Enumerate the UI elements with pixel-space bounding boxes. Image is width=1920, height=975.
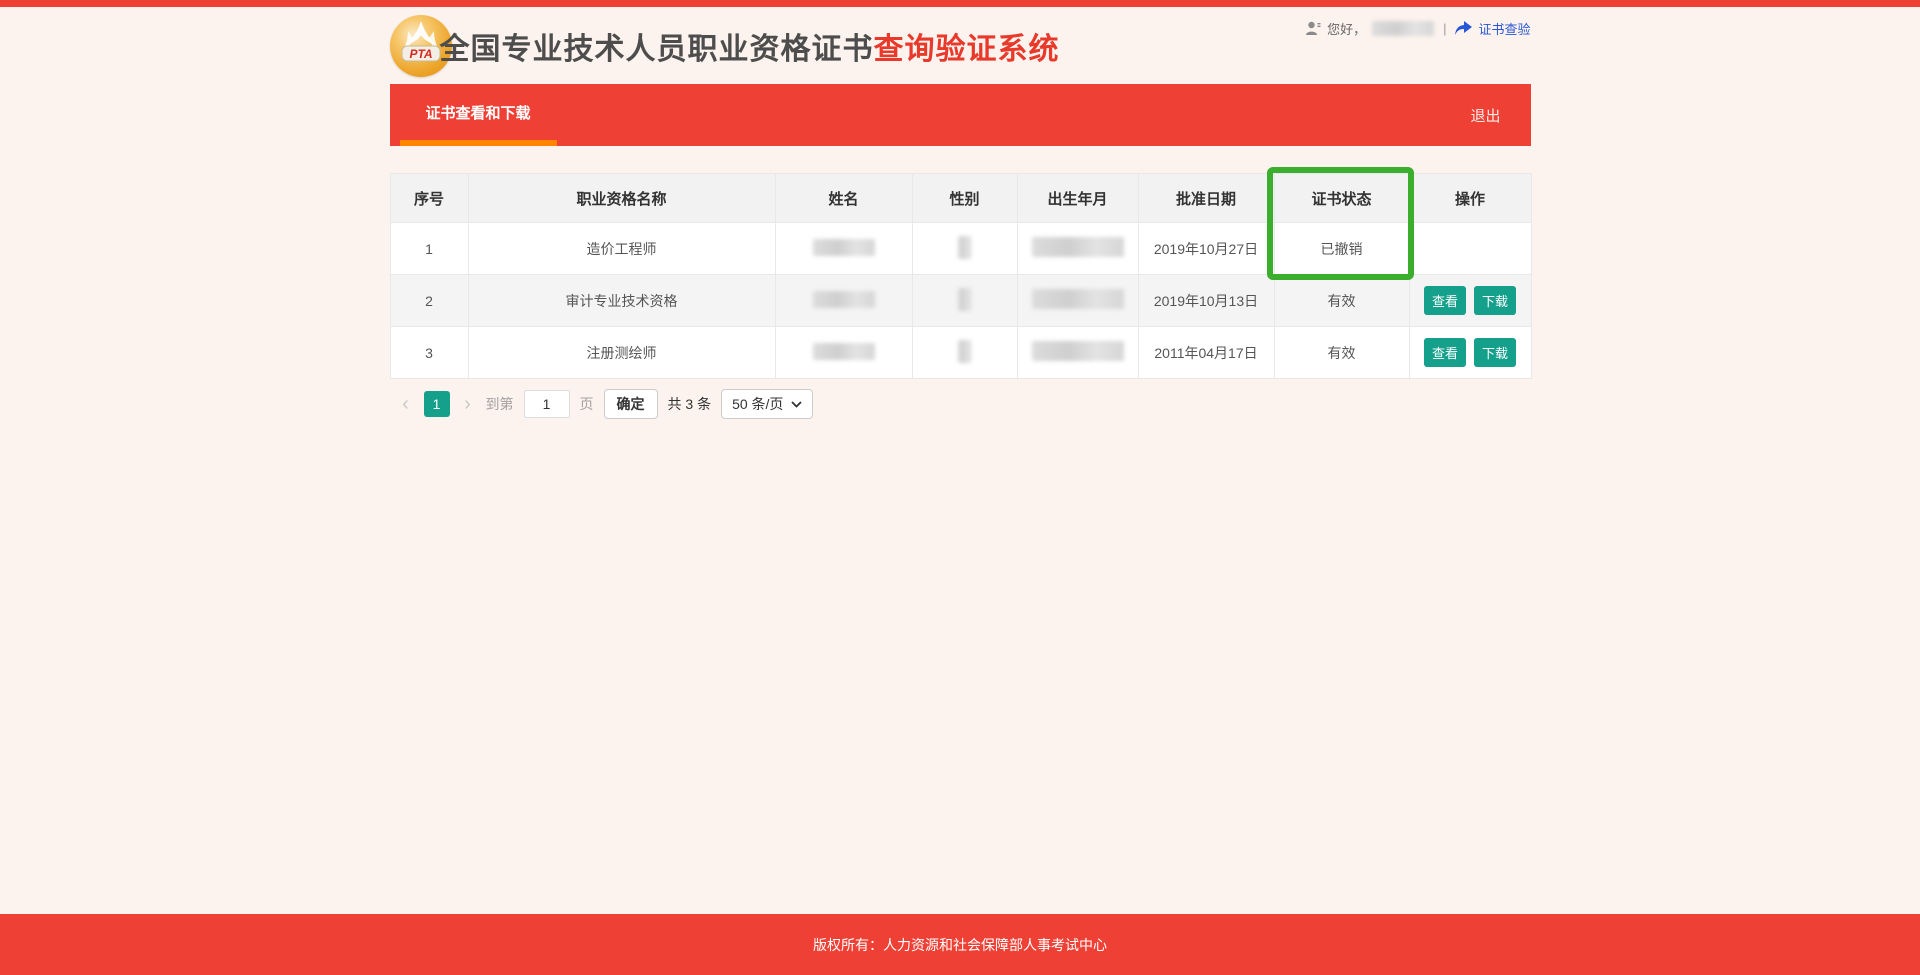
redacted-gender (958, 340, 971, 363)
cell-status: 有效 (1274, 327, 1409, 379)
cell-qualification: 注册测绘师 (468, 327, 775, 379)
table-body: 1造价工程师 2019年10月27日已撤销 2审计专业技术资格 2019年10月13日… (390, 223, 1531, 379)
redacted-name (813, 343, 875, 360)
certificate-table-card: 序号职业资格名称姓名性别出生年月批准日期证书状态操作 1造价工程师 2019年10… (390, 173, 1531, 379)
goto-page-input[interactable] (524, 390, 570, 418)
view-button[interactable]: 查看 (1424, 286, 1466, 315)
share-arrow-icon (1455, 21, 1472, 36)
column-header-6: 证书状态 (1274, 174, 1409, 223)
cell-status: 有效 (1274, 275, 1409, 327)
view-button[interactable]: 查看 (1424, 338, 1466, 367)
redacted-birth (1032, 341, 1124, 361)
column-header-1: 职业资格名称 (468, 174, 775, 223)
logout-button[interactable]: 退出 (1470, 84, 1500, 146)
cell-gender (912, 327, 1017, 379)
cell-gender (912, 275, 1017, 327)
cell-birth (1017, 275, 1138, 327)
user-icon (1305, 21, 1321, 36)
table-row: 3注册测绘师 2011年04月17日有效查看下载 (390, 327, 1531, 379)
redacted-name (813, 291, 875, 308)
user-bar: 您好， | 证书查验 (1305, 19, 1530, 38)
cell-approval-date: 2011年04月17日 (1138, 327, 1274, 379)
column-header-3: 性别 (912, 174, 1017, 223)
table-row: 2审计专业技术资格 2019年10月13日有效查看下载 (390, 275, 1531, 327)
download-button[interactable]: 下载 (1474, 286, 1516, 315)
current-page-button[interactable]: 1 (424, 391, 450, 417)
column-header-0: 序号 (390, 174, 468, 223)
confirm-button[interactable]: 确定 (604, 389, 658, 419)
page-title: 全国专业技术人员职业资格证书查询验证系统 (440, 7, 1060, 84)
cell-name (775, 223, 912, 275)
redacted-birth (1032, 289, 1124, 309)
cell-qualification: 审计专业技术资格 (468, 275, 775, 327)
total-count-label: 共 3 条 (668, 394, 712, 414)
title-accent: 查询验证系统 (874, 24, 1060, 68)
logo-text: PTA (409, 47, 432, 61)
cell-index: 3 (390, 327, 468, 379)
title-main: 全国专业技术人员职业资格证书 (440, 24, 874, 68)
redacted-birth (1032, 237, 1124, 257)
cell-name (775, 327, 912, 379)
cell-birth (1017, 223, 1138, 275)
cell-status: 已撤销 (1274, 223, 1409, 275)
certificate-verify-link[interactable]: 证书查验 (1478, 19, 1530, 38)
table-row: 1造价工程师 2019年10月27日已撤销 (390, 223, 1531, 275)
column-header-2: 姓名 (775, 174, 912, 223)
footer-bar: 版权所有：人力资源和社会保障部人事考试中心 (0, 914, 1920, 975)
cell-index: 1 (390, 223, 468, 275)
goto-suffix-label: 页 (580, 394, 594, 414)
redacted-username (1372, 21, 1434, 36)
page-header: PTA 全国专业技术人员职业资格证书查询验证系统 您好， | 证书查验 (390, 7, 1531, 84)
next-page-arrow[interactable]: › (460, 394, 476, 414)
greeting-text: 您好， (1327, 19, 1366, 38)
redacted-gender (958, 288, 971, 311)
column-header-7: 操作 (1409, 174, 1531, 223)
chevron-down-icon (791, 401, 802, 408)
tab-view-download[interactable]: 证书查看和下载 (400, 84, 557, 146)
column-header-4: 出生年月 (1017, 174, 1138, 223)
pagination-bar: ‹ 1 › 到第 页 确定 共 3 条 50 条/页 (390, 384, 1531, 424)
copyright-text: 版权所有：人力资源和社会保障部人事考试中心 (813, 935, 1107, 955)
cell-actions: 查看下载 (1409, 275, 1531, 327)
nav-bar: 证书查看和下载 退出 (390, 84, 1531, 146)
cell-actions (1409, 223, 1531, 275)
page-size-label: 50 条/页 (732, 394, 783, 414)
cell-approval-date: 2019年10月27日 (1138, 223, 1274, 275)
separator: | (1443, 21, 1446, 36)
cell-name (775, 275, 912, 327)
cell-gender (912, 223, 1017, 275)
cell-actions: 查看下载 (1409, 327, 1531, 379)
table-header-row: 序号职业资格名称姓名性别出生年月批准日期证书状态操作 (390, 174, 1531, 223)
redacted-gender (958, 236, 971, 259)
cell-index: 2 (390, 275, 468, 327)
prev-page-arrow[interactable]: ‹ (398, 394, 414, 414)
download-button[interactable]: 下载 (1474, 338, 1516, 367)
goto-prefix-label: 到第 (486, 394, 514, 414)
column-header-5: 批准日期 (1138, 174, 1274, 223)
page-size-select[interactable]: 50 条/页 (721, 389, 813, 419)
redacted-name (813, 239, 875, 256)
cell-birth (1017, 327, 1138, 379)
cell-approval-date: 2019年10月13日 (1138, 275, 1274, 327)
top-accent-bar (0, 0, 1920, 7)
cell-qualification: 造价工程师 (468, 223, 775, 275)
certificate-table: 序号职业资格名称姓名性别出生年月批准日期证书状态操作 1造价工程师 2019年10… (390, 173, 1532, 379)
